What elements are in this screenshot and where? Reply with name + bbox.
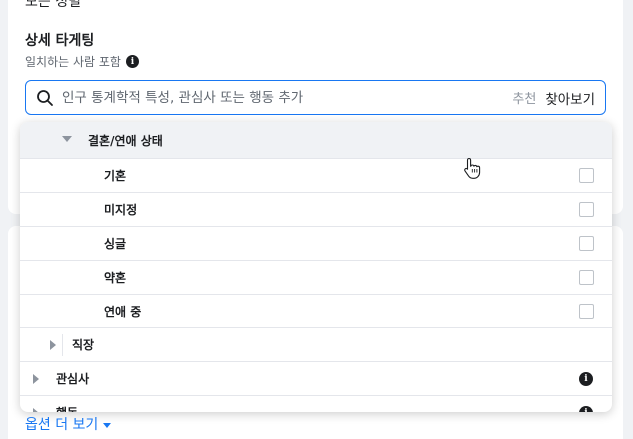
option-checkbox[interactable] [579,236,594,251]
caret-right-icon[interactable] [50,339,56,350]
option-checkbox[interactable] [579,202,594,217]
detailed-targeting-title: 상세 타게팅 [25,33,95,49]
option-label: 싱글 [104,237,127,251]
targeting-search-input[interactable] [62,89,513,106]
option-row-engaged[interactable]: 약혼 [20,260,612,294]
targeting-search-box[interactable]: 추천 찾아보기 [25,80,606,115]
option-checkbox[interactable] [579,168,594,183]
caret-right-icon[interactable] [33,407,39,412]
option-row-unspecified[interactable]: 미지정 [20,192,612,226]
option-label: 기혼 [104,169,127,183]
detailed-targeting-subtitle: 일치하는 사람 포함 i [25,53,139,70]
more-options-link[interactable]: 옵션 더 보기 [25,414,112,434]
caret-right-icon[interactable] [33,373,39,384]
suggestions-link[interactable]: 추천 [512,88,536,107]
more-options-label: 옵션 더 보기 [25,417,99,433]
info-icon[interactable]: i [125,55,139,68]
subtitle-text: 일치하는 사람 포함 [25,55,121,69]
caret-down-icon[interactable] [62,136,72,142]
category-work[interactable]: 직장 [20,327,612,361]
option-row-single[interactable]: 싱글 [20,226,612,260]
option-label: 약혼 [104,271,127,285]
browse-dropdown: 결혼/연애 상태 기혼 미지정 싱글 약혼 연애 중 직장 관심사 i 행동 i [20,122,612,412]
option-checkbox[interactable] [579,270,594,285]
option-row-married[interactable]: 기혼 [20,158,612,192]
search-icon [37,89,53,106]
category-label: 직장 [72,338,95,352]
info-icon[interactable]: i [579,371,593,386]
option-label: 연애 중 [104,305,142,319]
category-label: 행동 [56,404,78,412]
category-interests[interactable]: 관심사 i [20,361,612,395]
browse-link[interactable]: 찾아보기 [545,88,595,108]
category-relationship-status[interactable]: 결혼/연애 상태 [20,122,612,158]
chevron-down-icon [103,422,112,428]
option-row-in-relationship[interactable]: 연애 중 [20,294,612,328]
gender-value: 모든 성별 [25,0,81,10]
category-label: 관심사 [56,372,90,386]
option-checkbox[interactable] [579,304,594,319]
category-label: 결혼/연애 상태 [88,133,163,148]
hand-cursor-icon [464,157,481,179]
info-icon[interactable]: i [579,405,593,412]
option-label: 미지정 [104,203,138,217]
tree-divider [62,334,63,356]
category-behaviors[interactable]: 행동 i [20,395,612,412]
